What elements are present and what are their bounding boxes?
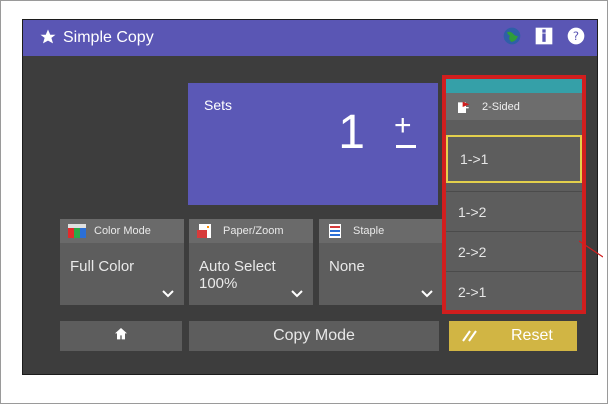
copy-mode-button[interactable]: Copy Mode: [189, 321, 439, 351]
sets-panel: Sets 1 +: [188, 83, 438, 205]
color-mode-value: Full Color: [70, 258, 135, 275]
reset-button[interactable]: Reset: [449, 321, 577, 351]
callout-pointer: [578, 239, 604, 259]
sets-stepper[interactable]: +: [384, 111, 428, 171]
two-sided-option-1-1[interactable]: 1->1: [446, 135, 582, 183]
page-title: Simple Copy: [63, 29, 154, 46]
reset-icon: [461, 329, 479, 343]
sets-label: Sets: [204, 97, 233, 113]
paper-zoom-tile[interactable]: Paper/Zoom Auto Select 100%: [189, 219, 313, 305]
home-icon: [113, 326, 129, 347]
two-sided-menu[interactable]: 2-Sided 1->1 1->2 2->2 2->1: [442, 75, 586, 314]
paper-zoom-value-line2: 100%: [199, 274, 238, 292]
staple-tile[interactable]: Staple None: [319, 219, 443, 305]
two-sided-option-label: 1->1: [460, 151, 489, 167]
two-sided-option-2-1[interactable]: 2->1: [446, 271, 582, 312]
figure-frame: Simple Copy ? Sets 1 + Color Mode Full C…: [0, 0, 608, 404]
reset-label: Reset: [511, 327, 553, 344]
sets-count: 1: [338, 106, 365, 159]
paper-zoom-icon: [197, 224, 215, 238]
paper-zoom-value: Auto Select 100%: [199, 258, 276, 292]
title-bar: Simple Copy ?: [23, 20, 597, 56]
color-mode-label: Color Mode: [94, 225, 151, 237]
two-sided-option-1-2[interactable]: 1->2: [446, 191, 582, 232]
info-icon[interactable]: [533, 25, 555, 47]
device-screen: Simple Copy ? Sets 1 + Color Mode Full C…: [22, 19, 598, 375]
menu-accent: [446, 79, 582, 93]
two-sided-label: 2-Sided: [482, 100, 520, 113]
plus-icon[interactable]: +: [394, 111, 412, 141]
chevron-down-icon: [162, 285, 174, 298]
two-sided-icon: [456, 99, 472, 115]
staple-label: Staple: [353, 225, 385, 237]
two-sided-option-label: 2->2: [458, 244, 487, 260]
chevron-down-icon: [421, 285, 433, 298]
two-sided-option-label: 2->1: [458, 284, 487, 300]
staple-icon: [327, 224, 345, 238]
home-button[interactable]: [60, 321, 182, 351]
globe-icon[interactable]: [501, 25, 523, 47]
paper-zoom-label: Paper/Zoom: [223, 225, 284, 237]
two-sided-option-label: 1->2: [458, 204, 487, 220]
staple-value: None: [329, 258, 365, 275]
chevron-down-icon: [291, 285, 303, 298]
help-icon[interactable]: ?: [565, 25, 587, 47]
color-mode-tile[interactable]: Color Mode Full Color: [60, 219, 184, 305]
svg-text:?: ?: [573, 29, 579, 43]
color-mode-icon: [68, 224, 86, 238]
paper-zoom-value-line1: Auto Select: [199, 258, 276, 275]
star-icon: [39, 28, 57, 46]
two-sided-option-2-2[interactable]: 2->2: [446, 231, 582, 272]
minus-icon[interactable]: [396, 145, 416, 148]
